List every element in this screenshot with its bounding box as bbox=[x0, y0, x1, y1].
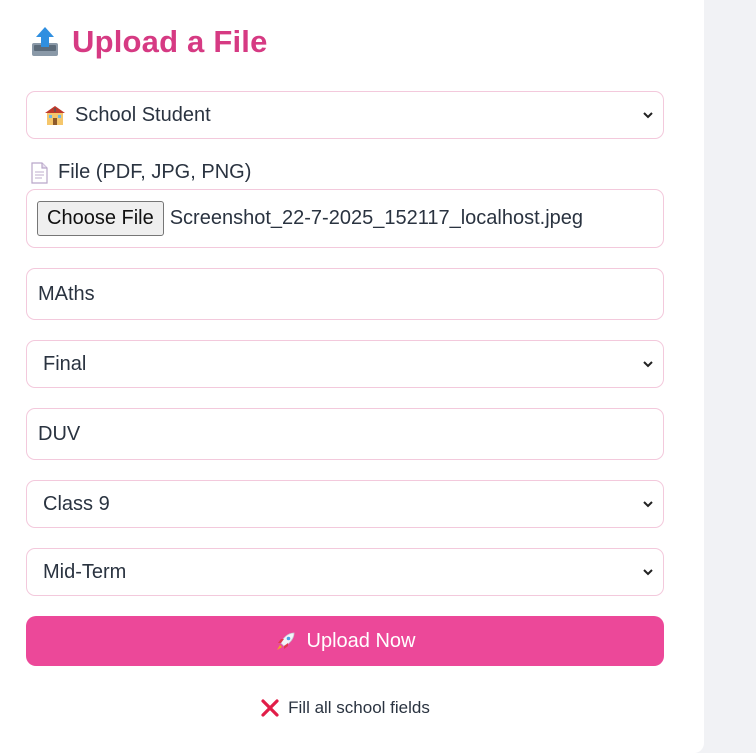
upload-tray-icon bbox=[32, 27, 58, 56]
class-select[interactable]: Class 9 bbox=[26, 480, 664, 528]
cross-icon bbox=[261, 699, 279, 717]
selected-file-name: Screenshot_22-7-2025_152117_localhost.jp… bbox=[169, 207, 583, 229]
subject-input[interactable]: MAths bbox=[26, 268, 664, 320]
upload-now-label: Upload Now bbox=[306, 629, 416, 652]
term-value: Mid-Term bbox=[43, 560, 127, 583]
user-type-select[interactable]: School Student bbox=[26, 91, 664, 139]
chevron-down-icon bbox=[643, 569, 653, 576]
file-input[interactable]: Choose File Screenshot_22-7-2025_152117_… bbox=[26, 189, 664, 248]
chevron-down-icon bbox=[643, 501, 653, 508]
school-name-input[interactable]: DUV bbox=[26, 408, 664, 460]
chevron-down-icon bbox=[643, 112, 653, 119]
school-name-value: DUV bbox=[38, 422, 81, 445]
page-title: Upload a File bbox=[30, 24, 268, 60]
exam-type-value: Final bbox=[43, 352, 87, 375]
class-value: Class 9 bbox=[43, 492, 110, 515]
rocket-icon bbox=[276, 632, 294, 650]
file-label-text: File (PDF, JPG, PNG) bbox=[58, 161, 252, 183]
status-message: Fill all school fields bbox=[0, 698, 690, 718]
upload-card: Upload a File School Student File (PDF, … bbox=[0, 0, 704, 753]
status-message-text: Fill all school fields bbox=[288, 698, 430, 717]
chevron-down-icon bbox=[643, 361, 653, 368]
user-type-value: School Student bbox=[75, 103, 211, 126]
school-icon bbox=[45, 106, 65, 125]
exam-type-select[interactable]: Final bbox=[26, 340, 664, 388]
term-select[interactable]: Mid-Term bbox=[26, 548, 664, 596]
page-title-text: Upload a File bbox=[72, 24, 268, 59]
upload-now-button[interactable]: Upload Now bbox=[26, 616, 664, 666]
document-icon bbox=[31, 161, 48, 184]
file-label: File (PDF, JPG, PNG) bbox=[30, 161, 251, 184]
subject-input-value: MAths bbox=[38, 282, 95, 305]
choose-file-button[interactable]: Choose File bbox=[37, 201, 164, 236]
